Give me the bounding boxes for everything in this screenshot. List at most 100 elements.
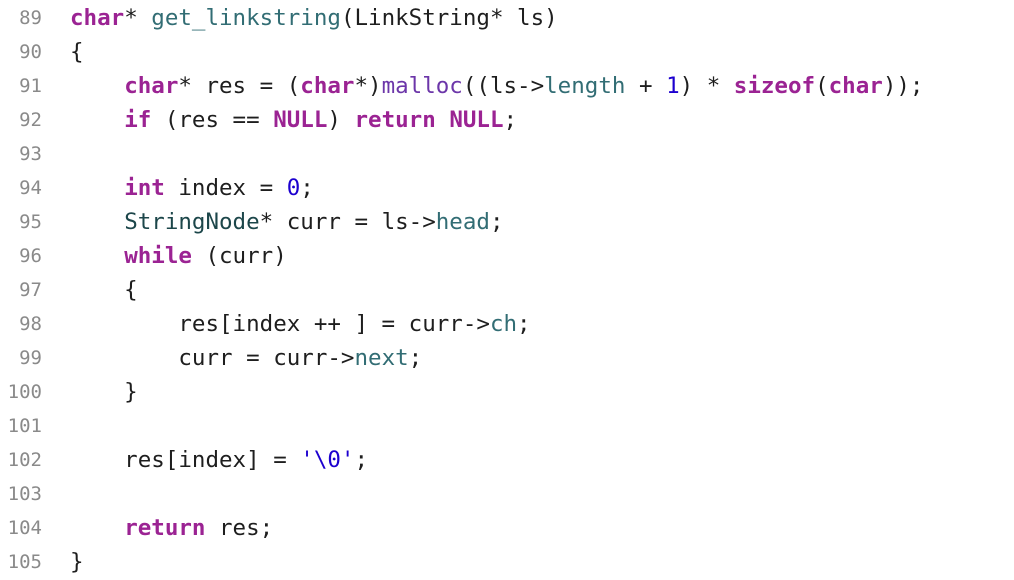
code-text[interactable]: int index = 0; <box>70 171 314 205</box>
code-token-keyword: char <box>300 73 355 99</box>
code-token-plain: res; <box>205 515 274 541</box>
code-line[interactable]: 97 { <box>0 273 1014 307</box>
line-number: 92 <box>19 109 42 131</box>
code-text[interactable]: res[index ++ ] = curr->ch; <box>70 307 531 341</box>
code-line[interactable]: 91 char* res = (char*)malloc((ls->length… <box>0 69 1014 103</box>
code-line[interactable]: 99 curr = curr->next; <box>0 341 1014 375</box>
code-token-number: 1 <box>666 73 680 99</box>
line-number: 98 <box>19 313 42 335</box>
code-token-plain: ) * <box>679 73 734 99</box>
code-token-libfunc: malloc <box>381 73 463 99</box>
code-token-plain: ; <box>408 345 423 371</box>
line-number: 91 <box>19 75 42 97</box>
code-token-plain: res[index ++ ] = curr-> <box>70 311 490 337</box>
code-token-plain: ; <box>354 447 369 473</box>
code-token-keyword: char <box>828 73 883 99</box>
code-line[interactable]: 100 } <box>0 375 1014 409</box>
code-token-keyword: while <box>124 243 192 269</box>
code-text[interactable]: char* res = (char*)malloc((ls->length + … <box>70 69 923 103</box>
code-token-plain: * res = ( <box>178 73 301 99</box>
code-token-keyword: char <box>124 73 179 99</box>
code-text[interactable]: StringNode* curr = ls->head; <box>70 205 504 239</box>
code-token-plain: ; <box>517 311 531 337</box>
code-token-plain: (res == <box>151 107 274 133</box>
code-token-member: ch <box>489 311 518 337</box>
line-number: 93 <box>19 143 42 165</box>
code-token-keyword: NULL <box>273 107 328 133</box>
code-token-plain: } <box>70 379 138 405</box>
code-token-keyword: int <box>124 175 165 201</box>
code-token-plain: *) <box>354 73 382 99</box>
code-token-plain: (LinkString* ls) <box>340 5 558 31</box>
code-line[interactable]: 89 char* get_linkstring(LinkString* ls) <box>0 1 1014 35</box>
code-token-keyword: if <box>124 107 152 133</box>
line-number: 102 <box>7 449 42 471</box>
code-line[interactable]: 102 res[index] = '\0'; <box>0 443 1014 477</box>
code-text[interactable]: { <box>70 273 138 307</box>
code-token-plain: ; <box>300 175 314 201</box>
line-number: 94 <box>19 177 42 199</box>
code-token-plain: } <box>70 549 84 575</box>
code-token-number: '\0' <box>300 447 355 473</box>
code-token-plain: * curr = ls-> <box>259 209 436 235</box>
code-line[interactable]: 95 StringNode* curr = ls->head; <box>0 205 1014 239</box>
code-token-plain: ( <box>815 73 829 99</box>
code-line[interactable]: 105} <box>0 545 1014 579</box>
code-token-plain: res[index] = <box>70 447 301 473</box>
code-line[interactable]: 104 return res; <box>0 511 1014 545</box>
line-number: 90 <box>19 41 42 63</box>
code-token-type: StringNode <box>124 209 260 235</box>
line-number: 103 <box>7 483 42 505</box>
code-line[interactable]: 93 <box>0 137 1014 171</box>
code-token-plain: (curr) <box>191 243 287 269</box>
code-token-member: length <box>544 73 626 99</box>
code-token-keyword: char <box>70 5 125 31</box>
code-text[interactable]: char* get_linkstring(LinkString* ls) <box>70 1 558 35</box>
code-token-plain: ; <box>489 209 504 235</box>
code-line[interactable]: 98 res[index ++ ] = curr->ch; <box>0 307 1014 341</box>
code-text[interactable]: curr = curr->next; <box>70 341 422 375</box>
code-token-plain: index = <box>164 175 287 201</box>
code-token-keyword: return <box>354 107 436 133</box>
code-token-keyword: sizeof <box>733 73 816 99</box>
code-text[interactable]: if (res == NULL) return NULL; <box>70 103 517 137</box>
code-line[interactable]: 103 <box>0 477 1014 511</box>
code-line[interactable]: 96 while (curr) <box>0 239 1014 273</box>
code-token-keyword: return <box>124 515 206 541</box>
code-token-plain: ((ls-> <box>462 73 545 99</box>
line-number: 96 <box>19 245 42 267</box>
line-number: 105 <box>7 551 42 573</box>
code-line[interactable]: 94 int index = 0; <box>0 171 1014 205</box>
code-token-plain: { <box>70 39 84 65</box>
line-number: 104 <box>7 517 42 539</box>
code-text[interactable]: } <box>70 545 84 579</box>
line-number: 101 <box>7 415 42 437</box>
code-token-plain: ) <box>327 107 355 133</box>
code-token-func: get_linkstring <box>151 5 341 31</box>
code-text[interactable]: return res; <box>70 511 273 545</box>
code-text[interactable]: } <box>70 375 138 409</box>
code-editor[interactable]: 89 char* get_linkstring(LinkString* ls) 90… <box>0 0 1014 580</box>
code-text[interactable]: while (curr) <box>70 239 287 273</box>
code-line[interactable]: 90 { <box>0 35 1014 69</box>
code-line[interactable]: 101 <box>0 409 1014 443</box>
code-token-plain: { <box>70 277 138 303</box>
code-token-member: head <box>435 209 490 235</box>
code-token-keyword: NULL <box>449 107 504 133</box>
code-token-plain: curr = curr-> <box>70 345 355 371</box>
line-number: 99 <box>19 347 42 369</box>
code-text[interactable]: { <box>70 35 84 69</box>
code-token-plain: ; <box>503 107 518 133</box>
code-token-plain: * <box>124 5 152 31</box>
code-line[interactable]: 92 if (res == NULL) return NULL; <box>0 103 1014 137</box>
code-token-plain: + <box>625 73 667 99</box>
line-number: 100 <box>7 381 42 403</box>
code-text[interactable]: res[index] = '\0'; <box>70 443 368 477</box>
